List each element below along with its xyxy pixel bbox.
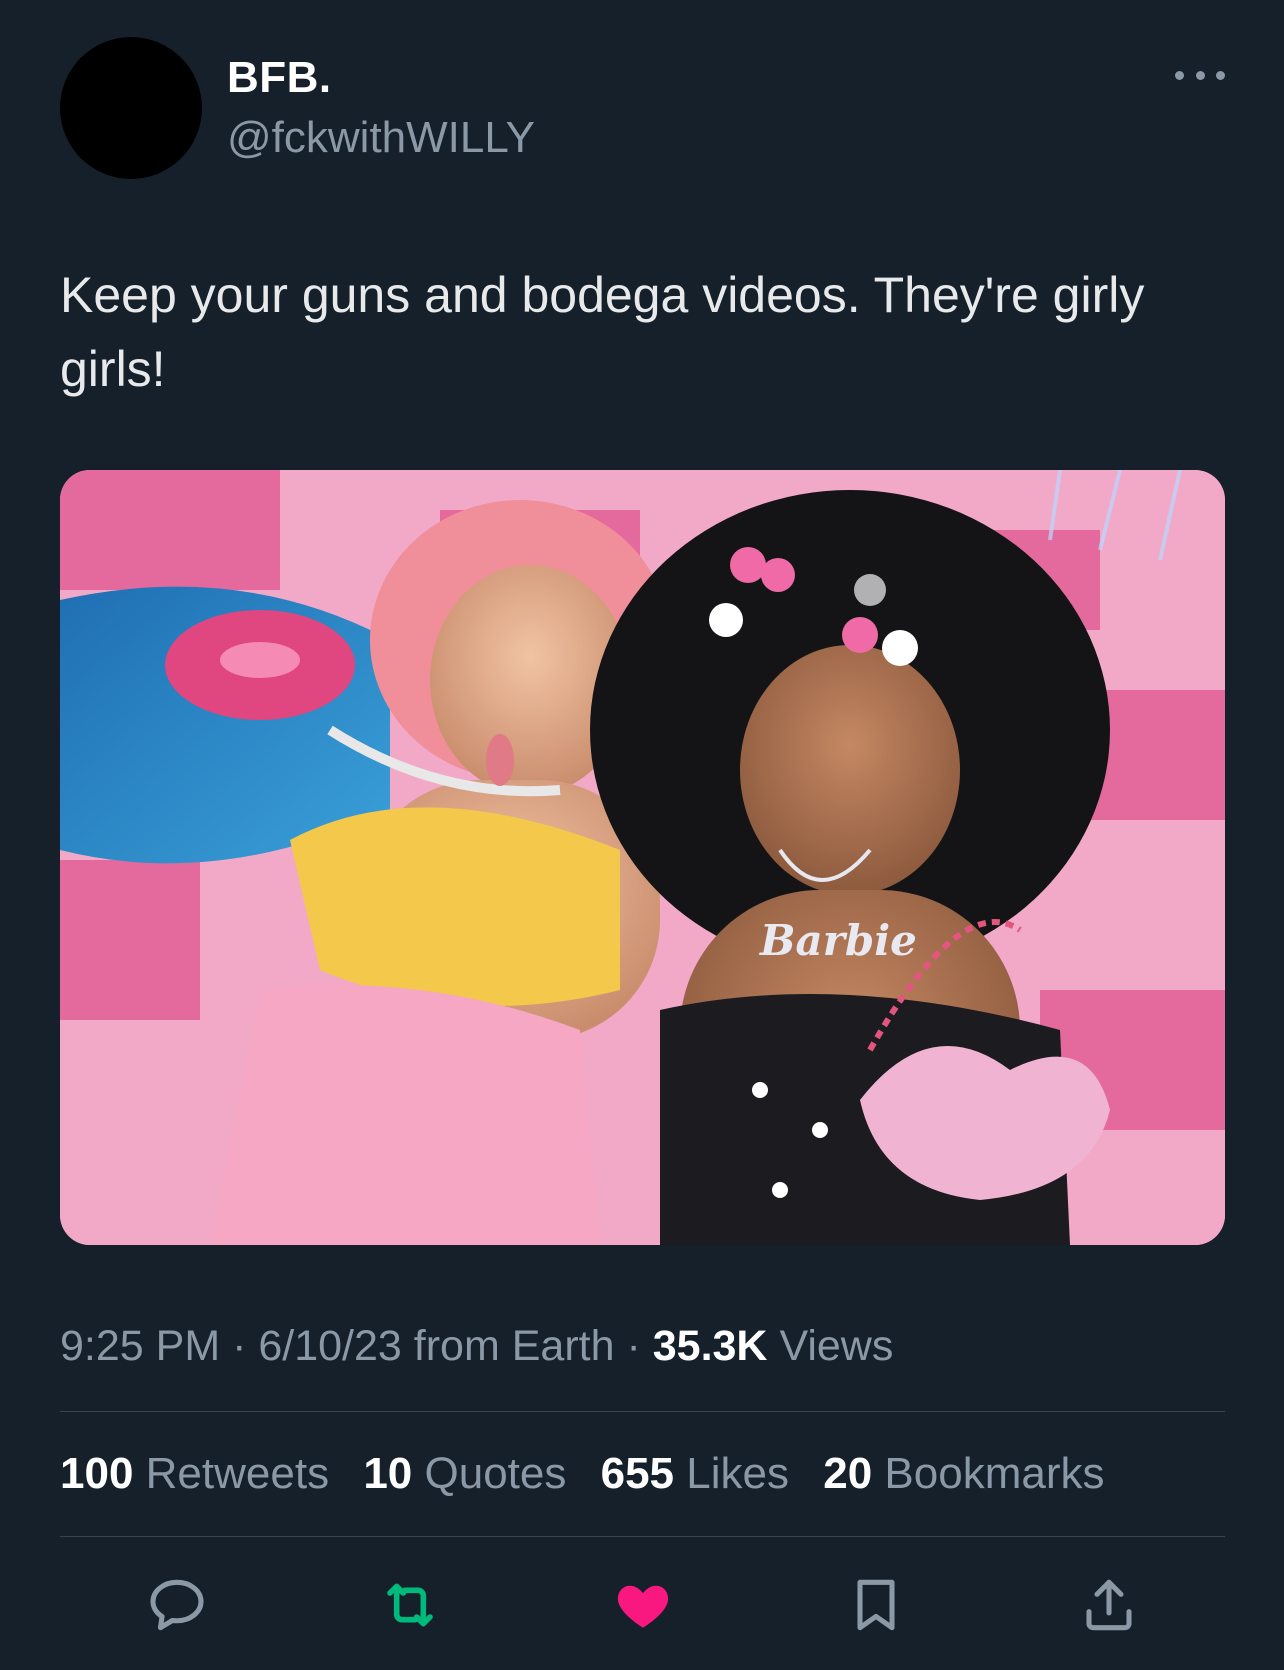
tweet-text: Keep your guns and bodega videos. They'r… bbox=[60, 267, 1145, 397]
like-button[interactable] bbox=[603, 1565, 683, 1645]
retweet-icon bbox=[386, 1583, 433, 1627]
reply-icon bbox=[149, 1579, 204, 1631]
tweet-source: from Earth bbox=[413, 1322, 615, 1370]
tweet-stats: 100 Retweets 10 Quotes 655 Likes 20 Book… bbox=[60, 1446, 1126, 1502]
more-dot bbox=[1195, 70, 1205, 80]
author-avatar[interactable] bbox=[60, 37, 202, 179]
tweet-image[interactable]: Barbie bbox=[60, 470, 1225, 1245]
views-count: 35.3K bbox=[652, 1322, 768, 1370]
author-name[interactable]: BFB. bbox=[227, 50, 332, 106]
action-bar bbox=[60, 1565, 1225, 1645]
stat-likes[interactable]: 655 Likes bbox=[601, 1449, 789, 1498]
striped-skirt bbox=[210, 985, 600, 1245]
retweet-button[interactable] bbox=[370, 1565, 450, 1645]
tweet-time[interactable]: 9:25 PM bbox=[60, 1322, 220, 1370]
bookmarks-label: Bookmarks bbox=[884, 1449, 1105, 1498]
bookmarks-count: 20 bbox=[823, 1449, 873, 1498]
bookmark-icon bbox=[856, 1579, 895, 1631]
photo-illustration: Barbie bbox=[60, 470, 1225, 1245]
share-button[interactable] bbox=[1069, 1565, 1149, 1645]
likes-label: Likes bbox=[686, 1449, 789, 1498]
face-right bbox=[740, 645, 960, 895]
views-label: Views bbox=[779, 1322, 894, 1370]
yellow-top bbox=[290, 807, 620, 1006]
tweet-meta: 9:25 PM · 6/10/23 from Earth · 35.3K Vie… bbox=[60, 1318, 893, 1374]
quotes-count: 10 bbox=[363, 1449, 413, 1498]
likes-count: 655 bbox=[600, 1449, 675, 1498]
meta-separator: · bbox=[220, 1322, 259, 1370]
divider bbox=[60, 1411, 1225, 1412]
tweet-date[interactable]: 6/10/23 bbox=[258, 1322, 401, 1370]
bookmark-button[interactable] bbox=[836, 1565, 916, 1645]
meta-separator: · bbox=[614, 1322, 653, 1370]
retweets-label: Retweets bbox=[145, 1449, 330, 1498]
stat-quotes[interactable]: 10 Quotes bbox=[363, 1449, 566, 1498]
stat-bookmarks[interactable]: 20 Bookmarks bbox=[823, 1449, 1104, 1498]
more-dot bbox=[1216, 70, 1225, 80]
divider bbox=[60, 1536, 1225, 1537]
retweets-count: 100 bbox=[60, 1449, 134, 1498]
necklace-text: Barbie bbox=[759, 916, 917, 965]
more-dot bbox=[1175, 70, 1184, 80]
quotes-label: Quotes bbox=[424, 1449, 567, 1498]
more-options-icon[interactable] bbox=[1175, 60, 1225, 90]
share-icon bbox=[1085, 1579, 1132, 1631]
author-handle[interactable]: @fckwithWILLY bbox=[227, 110, 535, 166]
heart-icon bbox=[617, 1585, 668, 1628]
stat-retweets[interactable]: 100 Retweets bbox=[60, 1449, 329, 1498]
reply-button[interactable] bbox=[137, 1565, 217, 1645]
